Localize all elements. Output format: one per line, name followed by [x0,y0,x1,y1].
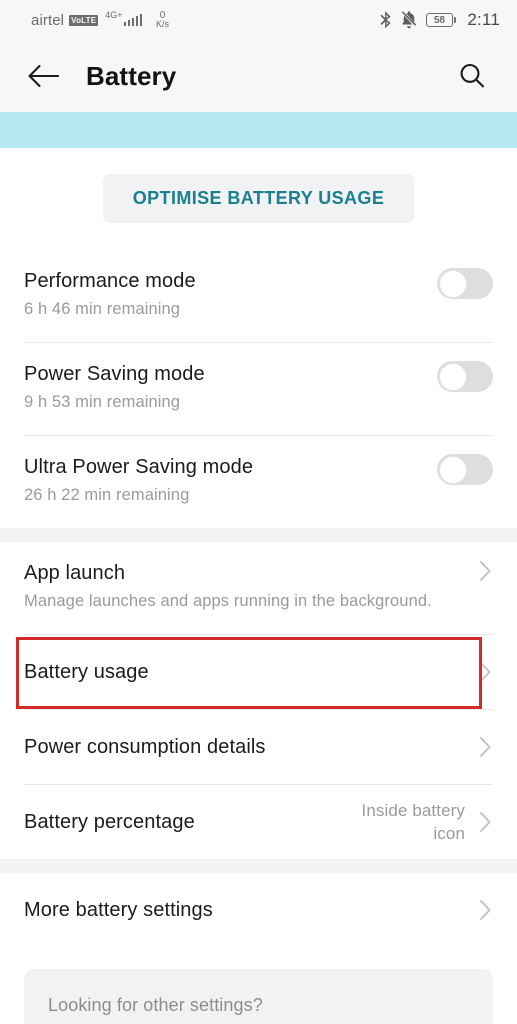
other-settings-card-wrap: Looking for other settings? Screen resol… [0,947,517,1024]
signal-bars-icon [123,14,143,26]
chevron-right-icon [477,811,493,833]
row-texts: More battery settings [24,897,477,923]
battery-settings-screen: airtel VoLTE 4G+ 0 K/s 58 2:11 Battery O… [0,0,517,1024]
row-value: Inside battery icon [361,801,465,843]
row-battery-percentage[interactable]: Battery percentage Inside battery icon [0,785,517,859]
row-texts: App launch Manage launches and apps runn… [24,560,477,614]
other-settings-question: Looking for other settings? [48,995,263,1015]
battery-status-icon: 58 [425,13,457,27]
battery-level-label: 58 [425,13,453,27]
row-texts: Battery percentage [24,809,330,835]
chevron-right-icon [477,661,493,683]
row-power-saving-mode[interactable]: Power Saving mode 9 h 53 min remaining [0,343,517,435]
row-performance-mode[interactable]: Performance mode 6 h 46 min remaining [0,250,517,342]
row-title: App launch [24,562,126,584]
section-separator [0,859,517,873]
row-texts: Battery usage [24,659,477,685]
status-bar-right: 58 2:11 [379,10,500,30]
row-title: Battery usage [24,661,149,683]
toggle-ultra-power-saving-mode[interactable] [437,454,493,485]
toggle-performance-mode[interactable] [437,268,493,299]
more-settings-section: More battery settings [0,873,517,947]
back-arrow-icon[interactable] [22,55,64,97]
power-modes-section: Performance mode 6 h 46 min remaining Po… [0,250,517,528]
row-ultra-power-saving-mode[interactable]: Ultra Power Saving mode 26 h 22 min rema… [0,436,517,528]
optimise-battery-usage-button[interactable]: OPTIMISE BATTERY USAGE [102,174,415,223]
row-subtitle: 9 h 53 min remaining [24,393,181,411]
battery-level-band [0,112,517,148]
row-texts: Performance mode 6 h 46 min remaining [24,268,437,322]
network-speed-unit: K/s [156,19,170,29]
bluetooth-icon [379,11,392,29]
row-title: Ultra Power Saving mode [24,456,254,478]
row-title: Power Saving mode [24,363,205,385]
row-battery-usage[interactable]: Battery usage [0,635,517,709]
app-bar: Battery [0,40,517,112]
toggle-knob [438,362,467,391]
optimise-section: OPTIMISE BATTERY USAGE [0,148,517,250]
network-indicator: 4G+ [105,10,143,26]
bell-muted-icon [401,11,417,29]
carrier-label: airtel [31,11,65,29]
search-icon[interactable] [451,55,493,97]
other-settings-card: Looking for other settings? Screen resol… [24,969,493,1024]
battery-settings-section: App launch Manage launches and apps runn… [0,542,517,859]
network-type-label: 4G+ [105,10,123,20]
toggle-knob [438,455,467,484]
row-title: More battery settings [24,899,213,921]
volte-badge: VoLTE [69,14,99,26]
page-title: Battery [86,60,177,91]
chevron-right-icon [477,736,493,758]
toggle-knob [438,269,467,298]
row-more-battery-settings[interactable]: More battery settings [0,873,517,947]
row-title: Power consumption details [24,736,266,758]
row-power-consumption-details[interactable]: Power consumption details [0,710,517,784]
chevron-right-icon [477,560,493,582]
network-speed: 0 K/s [156,11,169,29]
toggle-power-saving-mode[interactable] [437,361,493,392]
row-app-launch[interactable]: App launch Manage launches and apps runn… [0,542,517,634]
row-texts: Ultra Power Saving mode 26 h 22 min rema… [24,454,437,508]
row-texts: Power consumption details [24,734,477,760]
status-bar: airtel VoLTE 4G+ 0 K/s 58 2:11 [0,0,517,40]
section-separator [0,528,517,542]
row-subtitle: 6 h 46 min remaining [24,300,181,318]
status-bar-left: airtel VoLTE 4G+ 0 K/s [31,11,169,29]
row-title: Battery percentage [24,811,195,833]
clock-label: 2:11 [467,10,500,29]
battery-cap [453,17,457,23]
row-title: Performance mode [24,270,196,292]
row-subtitle: 26 h 22 min remaining [24,486,190,504]
row-texts: Power Saving mode 9 h 53 min remaining [24,361,437,415]
row-subtitle: Manage launches and apps running in the … [24,592,432,610]
chevron-right-icon [477,899,493,921]
